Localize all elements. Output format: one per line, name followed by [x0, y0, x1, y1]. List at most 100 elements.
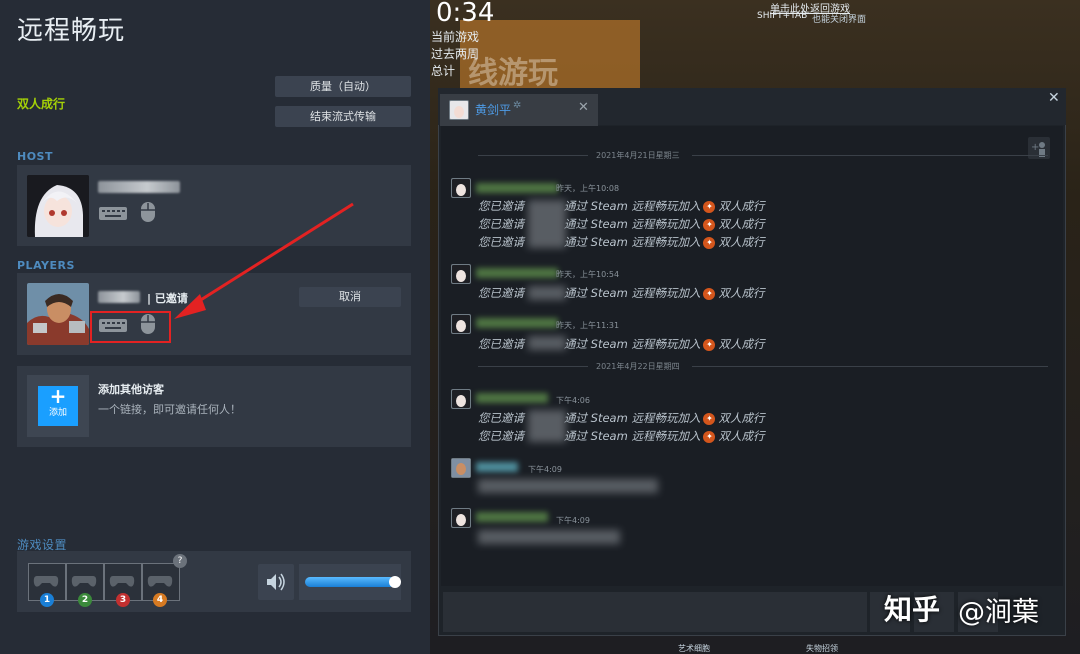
red-arrow-annotation: [160, 198, 360, 332]
past-two-weeks-label: 过去两周: [431, 47, 480, 61]
player-name-blurred: [98, 291, 140, 303]
quality-button[interactable]: 质量（自动）: [275, 76, 411, 97]
game-icon: ✦: [703, 338, 716, 351]
invite-prefix: 您已邀请: [478, 429, 524, 443]
sender-name-blurred: [476, 183, 558, 193]
shift-tab-hint: SHIFT+TAB: [757, 11, 808, 21]
volume-button[interactable]: [258, 564, 294, 600]
sender-name-blurred: [476, 318, 558, 328]
add-label: 添加: [48, 408, 67, 418]
total-label: 总计: [431, 64, 456, 78]
controller-number-4: 4: [153, 593, 167, 607]
game-icon: ✦: [703, 200, 716, 213]
invite-mid: 通过 Steam 远程畅玩加入: [564, 337, 701, 351]
game-icon: ✦: [703, 430, 716, 443]
sender-name-blurred: [476, 462, 518, 472]
svg-text:+: +: [1031, 142, 1039, 153]
host-avatar: [27, 175, 89, 237]
game-icon: ✦: [703, 218, 716, 231]
blurred-name: [528, 286, 566, 300]
controller-number-3: 3: [116, 593, 130, 607]
invite-game[interactable]: 双人成行: [718, 429, 764, 443]
chat-avatar[interactable]: [451, 314, 471, 334]
invite-prefix: 您已邀请: [478, 217, 524, 231]
invite-game[interactable]: 双人成行: [718, 199, 764, 213]
invite-mid: 通过 Steam 远程畅玩加入: [564, 217, 701, 231]
message-line: 您已邀请 通过 Steam 远程畅玩加入 ✦ 双人成行: [478, 216, 764, 232]
date-separator: 2021年4月21日星期三: [596, 151, 680, 160]
chat-avatar[interactable]: [451, 508, 471, 528]
game-icon: ✦: [703, 412, 716, 425]
chat-tab-avatar: [449, 100, 469, 120]
chat-avatar[interactable]: [451, 389, 471, 409]
stop-streaming-button[interactable]: 结束流式传输: [275, 106, 411, 127]
gamepad-icon: [147, 573, 173, 593]
footer-left-label[interactable]: 艺术细胞: [678, 643, 710, 654]
blurred-name: [528, 200, 566, 248]
gamepad-icon: [71, 573, 97, 593]
speaker-icon: [267, 573, 285, 591]
blurred-message: [478, 479, 658, 493]
blurred-name: [528, 336, 566, 350]
volume-slider-track[interactable]: [305, 577, 395, 587]
chat-tab-name[interactable]: 黄剑平: [475, 101, 511, 118]
sender-name-blurred: [476, 393, 548, 403]
add-guest-button[interactable]: + 添加: [38, 386, 78, 426]
chat-message-input[interactable]: [443, 592, 867, 632]
message-line: 您已邀请 通过 Steam 远程畅玩加入 ✦ 双人成行: [478, 234, 764, 250]
invite-game[interactable]: 双人成行: [718, 286, 764, 300]
sender-name-blurred: [476, 268, 558, 278]
message-time: 下午4:06: [556, 396, 590, 405]
divider: [478, 155, 588, 156]
invite-prefix: 您已邀请: [478, 235, 524, 249]
message-time: 昨天，上午10:08: [556, 184, 620, 193]
blurred-name: [528, 410, 566, 442]
add-guest-tile[interactable]: + 添加: [27, 375, 89, 437]
add-guest-title: 添加其他访客: [98, 383, 164, 396]
add-guest-description: 一个链接，即可邀请任何人！: [98, 403, 241, 416]
invite-prefix: 您已邀请: [478, 411, 524, 425]
invite-mid: 通过 Steam 远程畅玩加入: [564, 429, 701, 443]
watermark-user: @涧葉: [958, 597, 1039, 628]
chat-avatar[interactable]: [451, 264, 471, 284]
controller-number-2: 2: [78, 593, 92, 607]
footer-right-label[interactable]: 失物招领: [806, 643, 838, 654]
invite-prefix: 您已邀请: [478, 337, 524, 351]
message-line: 您已邀请 通过 Steam 远程畅玩加入 ✦ 双人成行: [478, 428, 764, 444]
warrior-avatar-image: [27, 283, 89, 345]
close-icon[interactable]: ✕: [578, 100, 589, 115]
anime-avatar-image: [27, 175, 89, 237]
help-icon[interactable]: ?: [173, 554, 187, 568]
invite-game[interactable]: 双人成行: [718, 217, 764, 231]
invite-game[interactable]: 双人成行: [718, 337, 764, 351]
divider: [478, 366, 588, 367]
invite-prefix: 您已邀请: [478, 286, 524, 300]
message-time: 昨天，上午11:31: [556, 321, 620, 330]
gamepad-icon: [109, 573, 135, 593]
mouse-icon: [139, 201, 157, 227]
player-avatar: [27, 283, 89, 345]
page-title: 远程畅玩: [17, 16, 126, 46]
zhihu-watermark: 知乎: [884, 593, 941, 626]
divider: [692, 366, 1048, 367]
invite-mid: 通过 Steam 远程畅玩加入: [564, 286, 701, 300]
invite-game[interactable]: 双人成行: [718, 235, 764, 249]
message-line: 您已邀请 通过 Steam 远程畅玩加入 ✦ 双人成行: [478, 198, 764, 214]
message-time: 下午4:09: [528, 465, 562, 474]
chat-avatar[interactable]: [451, 458, 471, 478]
game-name: 双人成行: [17, 97, 66, 111]
current-game-label: 当前游戏: [431, 30, 480, 44]
invite-mid: 通过 Steam 远程畅玩加入: [564, 199, 701, 213]
close-window-icon[interactable]: ✕: [1048, 90, 1060, 106]
volume-slider-handle[interactable]: [389, 576, 401, 588]
gear-icon: ✲: [513, 100, 522, 111]
chat-avatar[interactable]: [451, 178, 471, 198]
invite-game[interactable]: 双人成行: [718, 411, 764, 425]
invite-mid: 通过 Steam 远程畅玩加入: [564, 235, 701, 249]
host-section-label: HOST: [17, 150, 53, 163]
game-icon: ✦: [703, 287, 716, 300]
sender-name-blurred: [476, 512, 548, 522]
keyboard-icon: [98, 204, 128, 226]
divider: [692, 155, 1048, 156]
date-separator: 2021年4月22日星期四: [596, 362, 680, 371]
